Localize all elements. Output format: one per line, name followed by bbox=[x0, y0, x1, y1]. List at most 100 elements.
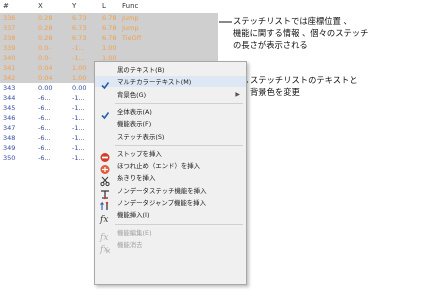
table-cell-y: -1... bbox=[72, 134, 85, 142]
table-row[interactable]: 338 0.28 6.73 6.78 TieOff bbox=[0, 33, 218, 43]
table-cell-x: -6... bbox=[38, 134, 51, 142]
table-cell-y: 6.73 bbox=[72, 34, 87, 42]
table-cell-y: 1.00 bbox=[72, 74, 87, 82]
menu-item-label: ほつれ止め（エンド）を挿入 bbox=[117, 162, 201, 171]
table-cell-x: -6... bbox=[38, 114, 51, 122]
table-row[interactable]: 337 0.28 6.73 6.78 Jump bbox=[0, 23, 218, 33]
table-cell-y: 6.73 bbox=[72, 24, 87, 32]
function-edit-icon: fx bbox=[99, 227, 111, 243]
menu-separator bbox=[115, 144, 243, 146]
table-cell-n: 349 bbox=[3, 144, 16, 152]
table-cell-x: -6... bbox=[38, 154, 51, 162]
table-cell-y: 0.00 bbox=[72, 84, 87, 92]
table-cell-x: 0.04 bbox=[38, 74, 53, 82]
menu-separator bbox=[115, 223, 243, 225]
table-cell-x: 0.28 bbox=[38, 34, 53, 42]
table-cell-y: -1... bbox=[72, 94, 85, 102]
column-header-y[interactable]: Y bbox=[72, 2, 76, 10]
table-cell-n: 341 bbox=[3, 64, 16, 72]
trim-icon bbox=[99, 172, 111, 187]
table-cell-y: 6.73 bbox=[72, 14, 87, 22]
check-icon bbox=[99, 106, 111, 120]
tie-off-icon bbox=[99, 160, 111, 175]
menu-item-label: ステッチ表示(S) bbox=[117, 132, 165, 141]
table-cell-x: 0.00 bbox=[38, 84, 53, 92]
table-cell-n: 337 bbox=[3, 24, 16, 32]
menu-item-label: ストップを挿入 bbox=[117, 149, 162, 158]
table-cell-y: -1... bbox=[72, 114, 85, 122]
column-header-x[interactable]: X bbox=[38, 2, 43, 10]
menu-item-label: マルチカラーテキスト(M) bbox=[117, 78, 192, 87]
menu-item[interactable]: マルチカラーテキスト(M) bbox=[95, 76, 246, 90]
menu-item[interactable]: 糸きりを挿入 bbox=[95, 172, 246, 187]
annotation-line: 背景色を変更 bbox=[250, 87, 300, 97]
table-row[interactable]: 336 0.28 6.73 6.78 Jump bbox=[0, 13, 218, 23]
annotation-line: 機能に関する情報 、個々のステッチ bbox=[233, 28, 369, 38]
menu-item[interactable]: ほつれ止め（エンド）を挿入 bbox=[95, 160, 246, 175]
table-cell-x: 0.0- bbox=[38, 44, 51, 52]
column-header-func[interactable]: Func bbox=[122, 2, 138, 10]
table-cell-l: 6.78 bbox=[102, 34, 117, 42]
menu-item[interactable]: 背景色(G) ▶ bbox=[95, 89, 246, 100]
table-cell-y: -1... bbox=[72, 154, 85, 162]
table-cell-n: 345 bbox=[3, 104, 16, 112]
column-header-number[interactable]: # bbox=[3, 2, 9, 10]
submenu-arrow-icon: ▶ bbox=[235, 90, 240, 98]
svg-text:fx: fx bbox=[99, 215, 108, 224]
stitch-list-header: # X Y L Func bbox=[0, 0, 218, 13]
table-cell-x: 0.28 bbox=[38, 14, 53, 22]
menu-item[interactable]: fx 機能挿入(I) bbox=[95, 209, 246, 225]
table-cell-f: Jump bbox=[122, 24, 139, 32]
menu-item-label: 機能消去 bbox=[117, 240, 143, 249]
menu-item-label: 背景色(G) bbox=[117, 90, 147, 99]
menu-item-label: 黒のテキスト(B) bbox=[117, 66, 165, 74]
non-data-stitch-icon bbox=[99, 185, 111, 199]
table-cell-x: 0.28 bbox=[38, 24, 53, 32]
table-cell-n: 340 bbox=[3, 54, 16, 62]
annotation-line: の長さが表示される bbox=[233, 40, 308, 50]
menu-item: fx 機能編集(E) bbox=[95, 227, 246, 243]
table-cell-n: 338 bbox=[3, 34, 16, 42]
context-menu: 黒のテキスト(B) マルチカラーテキスト(M) 背景色(G) ▶ 全体表示(A) 機能表示… bbox=[94, 61, 247, 285]
table-cell-y: -1... bbox=[72, 124, 85, 132]
annotation-text-color: ステッチリストのテキストと 背景色を変更 bbox=[250, 74, 358, 98]
table-cell-y: -1... bbox=[72, 54, 85, 62]
annotation-stitch-list: ステッチリストでは座標位置 、 機能に関する情報 、個々のステッチ の長さが表示… bbox=[233, 15, 368, 51]
table-cell-n: 348 bbox=[3, 134, 16, 142]
table-cell-n: 347 bbox=[3, 124, 16, 132]
table-cell-n: 344 bbox=[3, 94, 16, 102]
table-cell-n: 346 bbox=[3, 114, 16, 122]
menu-item[interactable]: ストップを挿入 bbox=[95, 148, 246, 162]
table-cell-l: 6.78 bbox=[102, 24, 117, 32]
function-insert-icon: fx bbox=[99, 209, 111, 225]
menu-item[interactable]: 全体表示(A) bbox=[95, 106, 246, 120]
menu-item[interactable]: ノンデータジャンプ機能を挿入 bbox=[95, 197, 246, 210]
table-cell-y: -1... bbox=[72, 144, 85, 152]
function-delete-icon: fx bbox=[99, 239, 111, 255]
menu-item[interactable]: 黒のテキスト(B) bbox=[95, 64, 246, 75]
table-cell-f: Jump bbox=[122, 14, 139, 22]
menu-item[interactable]: 機能表示(F) bbox=[95, 118, 246, 129]
menu-item: fx 機能消去 bbox=[95, 239, 246, 255]
menu-item[interactable]: ステッチ表示(S) bbox=[95, 131, 246, 142]
menu-item-label: 全体表示(A) bbox=[117, 107, 152, 116]
check-icon bbox=[99, 76, 111, 90]
column-header-l[interactable]: L bbox=[102, 2, 106, 10]
table-cell-l: 6.78 bbox=[102, 14, 117, 22]
menu-item-label: 機能編集(E) bbox=[117, 228, 152, 237]
table-cell-l: 1.00 bbox=[102, 44, 117, 52]
table-cell-n: 342 bbox=[3, 74, 16, 82]
menu-item-label: ノンデータジャンプ機能を挿入 bbox=[117, 199, 206, 207]
table-row[interactable]: 339 0.0- -1... 1.00 bbox=[0, 43, 218, 53]
annotation-line: ステッチリストのテキストと bbox=[250, 75, 358, 85]
menu-item[interactable]: ノンデータステッチ機能を挿入 bbox=[95, 185, 246, 199]
non-data-jump-icon bbox=[99, 197, 111, 210]
menu-item-label: 機能挿入(I) bbox=[117, 211, 150, 220]
table-cell-n: 350 bbox=[3, 154, 16, 162]
table-cell-n: 339 bbox=[3, 44, 16, 52]
menu-item-label: 糸きりを挿入 bbox=[117, 174, 156, 183]
table-cell-x: -6... bbox=[38, 144, 51, 152]
table-cell-x: 0.04 bbox=[38, 64, 53, 72]
table-cell-n: 343 bbox=[3, 84, 16, 92]
table-cell-x: 0.0- bbox=[38, 54, 51, 62]
